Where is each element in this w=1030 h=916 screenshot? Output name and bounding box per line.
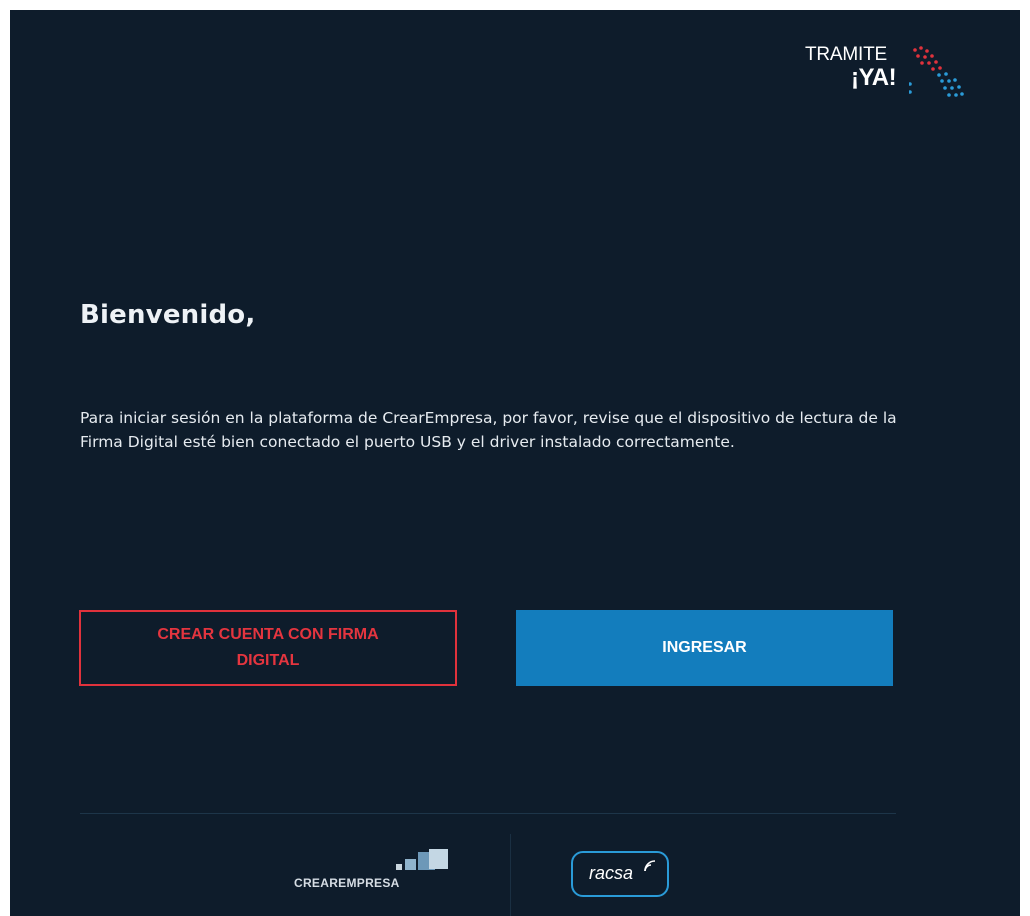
- brand-line-1: TRAMITE: [805, 44, 887, 65]
- footer-vertical-divider: [510, 834, 511, 916]
- welcome-heading: Bienvenido,: [80, 300, 256, 330]
- crearempresa-cubes-icon: [396, 849, 448, 870]
- create-account-button[interactable]: CREAR CUENTA CON FIRMA DIGITAL: [79, 610, 457, 686]
- racsa-logo-text: racsa: [589, 863, 634, 883]
- intro-text: Para iniciar sesión en la plataforma de …: [80, 409, 897, 451]
- footer-divider: [80, 813, 896, 814]
- brand-line-2: ¡YA!: [851, 64, 897, 91]
- crearempresa-logo: CREAREMPRESA: [294, 848, 464, 892]
- tramite-ya-logo: TRAMITE ¡YA!: [805, 36, 965, 108]
- racsa-logo: racsa: [571, 851, 671, 899]
- signal-dots-icon: [909, 46, 964, 97]
- login-panel: TRAMITE ¡YA! Bienvenido, Para iniciar se…: [10, 10, 1020, 916]
- crearempresa-logo-text: CREAREMPRESA: [294, 876, 400, 890]
- login-button[interactable]: INGRESAR: [516, 610, 893, 686]
- wifi-icon: [644, 860, 656, 872]
